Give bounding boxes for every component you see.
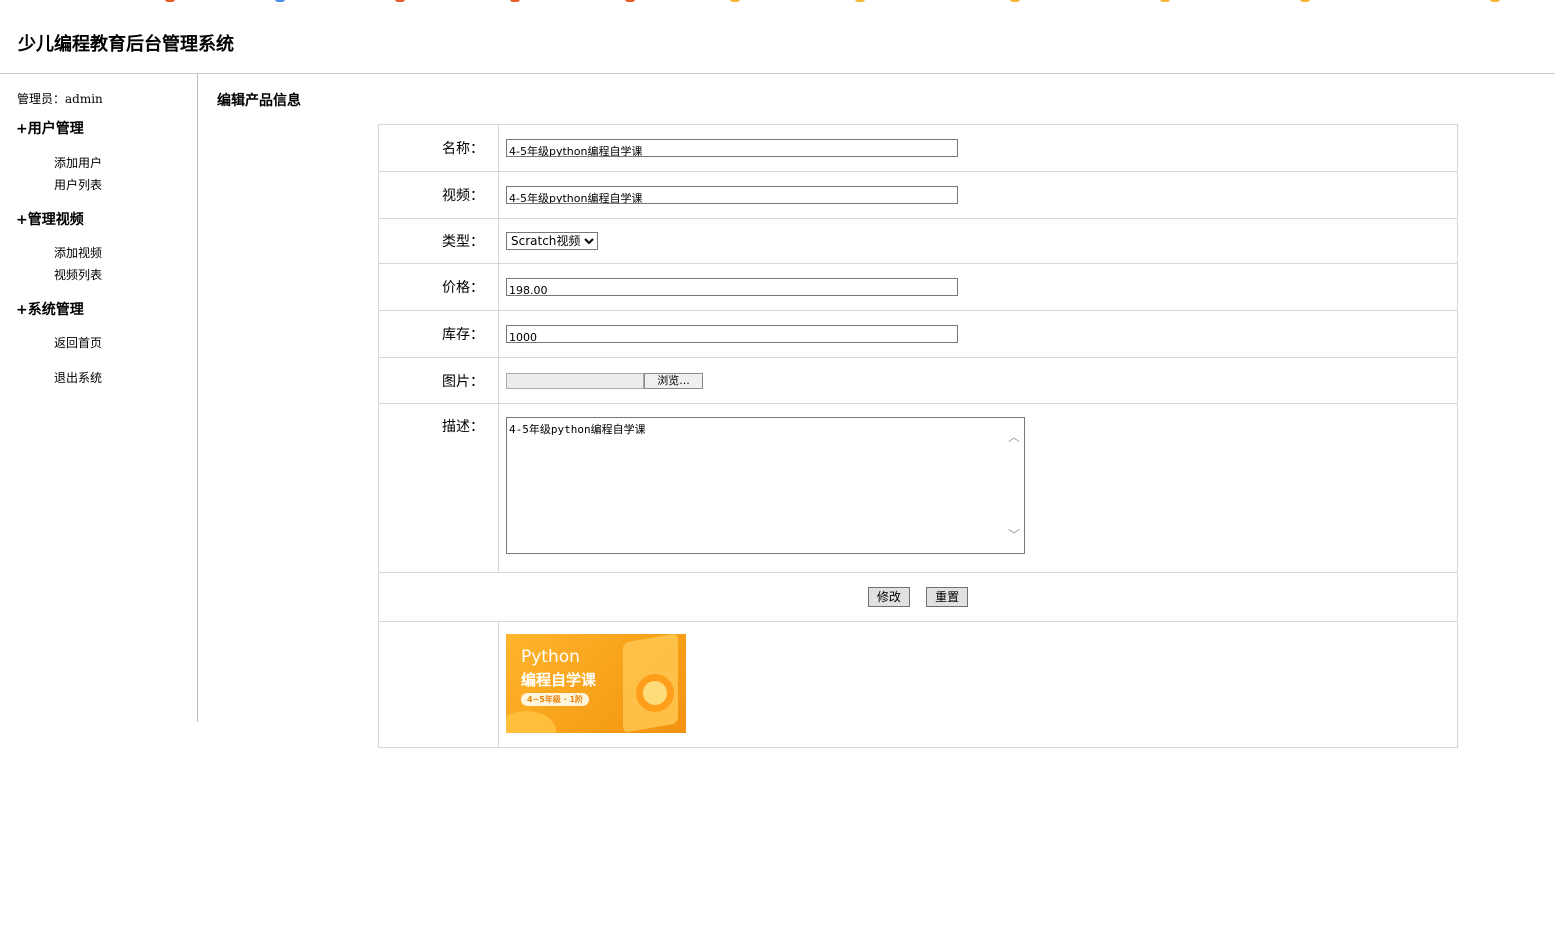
folder-icon[interactable] <box>855 0 865 2</box>
product-image-preview: Python 编程自学课 4~5年级 · 1阶 <box>506 634 686 733</box>
page-header: 少儿编程教育后台管理系统 <box>0 6 1555 74</box>
bookmark-icon[interactable] <box>395 0 405 2</box>
description-label: 描述： <box>378 403 499 573</box>
form-row-video: 视频： 4-5年级python编程自学课 <box>378 171 1458 219</box>
scroll-up-icon[interactable]: ︿ <box>1008 428 1020 445</box>
decor-ring <box>636 674 674 712</box>
page-title: 编辑产品信息 <box>217 93 301 109</box>
name-label: 名称： <box>378 124 499 172</box>
sidebar-item-add-user[interactable]: 添加用户 <box>54 154 102 171</box>
form-row-image: 图片： 浏览... <box>378 357 1458 404</box>
form-row-type: 类型： Scratch视频 <box>378 218 1458 264</box>
image-label: 图片： <box>378 357 499 404</box>
folder-icon[interactable] <box>730 0 740 2</box>
app-title: 少儿编程教育后台管理系统 <box>18 34 234 55</box>
edit-product-form: 名称： 4-5年级python编程自学课 视频： 4-5年级python编程自学… <box>378 124 1458 748</box>
sidebar-item-home[interactable]: 返回首页 <box>54 334 102 351</box>
type-select[interactable]: Scratch视频 <box>506 232 598 250</box>
description-text: 4-5年级python编程自学课 <box>509 423 646 436</box>
menu-system-management[interactable]: +系统管理 <box>16 299 84 319</box>
folder-icon[interactable] <box>1010 0 1020 2</box>
stock-input[interactable]: 1000 <box>506 325 958 343</box>
video-label: 视频： <box>378 171 499 219</box>
bookmark-icon[interactable] <box>275 0 285 2</box>
sidebar-item-add-video[interactable]: 添加视频 <box>54 244 102 261</box>
video-input[interactable]: 4-5年级python编程自学课 <box>506 186 958 204</box>
scroll-down-icon[interactable]: ﹀ <box>1008 526 1020 543</box>
stock-label: 库存： <box>378 310 499 358</box>
form-row-description: 描述： 4-5年级python编程自学课 ︿ ﹀ <box>378 403 1458 573</box>
form-row-preview: Python 编程自学课 4~5年级 · 1阶 <box>378 621 1458 748</box>
type-label: 类型： <box>378 218 499 264</box>
preview-label-cell <box>378 621 499 748</box>
form-row-price: 价格： 198.00 <box>378 263 1458 311</box>
form-row-actions: 修改 重置 <box>378 572 1458 622</box>
preview-title: Python <box>521 647 580 667</box>
folder-icon[interactable] <box>1160 0 1170 2</box>
description-textarea[interactable]: 4-5年级python编程自学课 ︿ ﹀ <box>506 417 1025 554</box>
menu-user-management[interactable]: +用户管理 <box>16 118 84 138</box>
sidebar: 管理员：admin +用户管理 添加用户 用户列表 +管理视频 添加视频 视频列… <box>0 74 198 722</box>
preview-subtitle: 编程自学课 <box>521 671 597 689</box>
bookmark-icon[interactable] <box>165 0 175 2</box>
decor-blob <box>506 711 556 733</box>
sidebar-item-video-list[interactable]: 视频列表 <box>54 266 102 283</box>
file-path-field[interactable] <box>506 372 644 389</box>
name-input[interactable]: 4-5年级python编程自学课 <box>506 139 958 157</box>
folder-icon[interactable] <box>1300 0 1310 2</box>
form-row-stock: 库存： 1000 <box>378 310 1458 358</box>
sidebar-item-logout[interactable]: 退出系统 <box>54 369 102 386</box>
image-file-input[interactable]: 浏览... <box>506 372 1457 389</box>
folder-icon[interactable] <box>1490 0 1500 2</box>
modify-button[interactable]: 修改 <box>867 587 910 607</box>
bookmark-icon[interactable] <box>625 0 635 2</box>
admin-label: 管理员：admin <box>17 92 103 106</box>
browse-button[interactable]: 浏览... <box>644 372 703 389</box>
form-row-name: 名称： 4-5年级python编程自学课 <box>378 124 1458 172</box>
price-label: 价格： <box>378 263 499 311</box>
sidebar-item-user-list[interactable]: 用户列表 <box>54 176 102 193</box>
menu-video-management[interactable]: +管理视频 <box>16 209 84 229</box>
price-input[interactable]: 198.00 <box>506 278 958 296</box>
reset-button[interactable]: 重置 <box>926 587 969 607</box>
bookmark-icon[interactable] <box>510 0 520 2</box>
preview-badge: 4~5年级 · 1阶 <box>521 693 590 706</box>
